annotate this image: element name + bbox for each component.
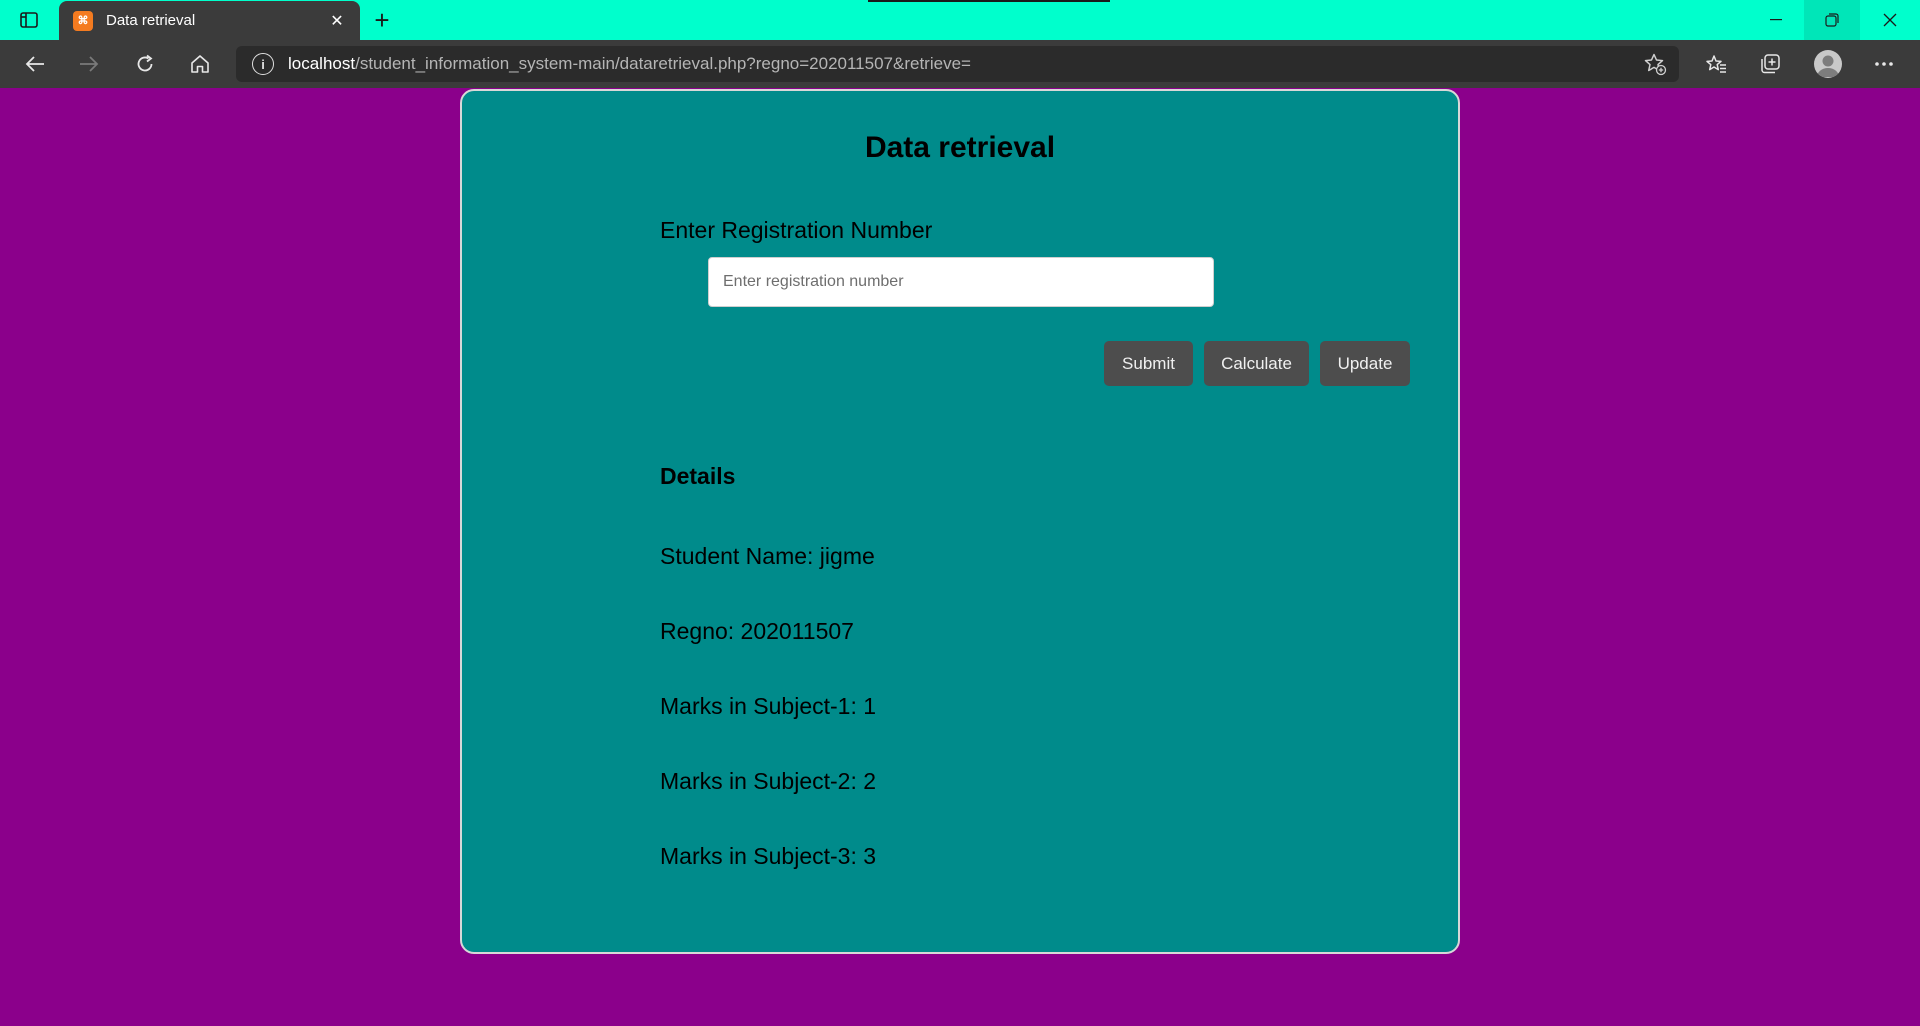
page-title: Data retrieval [864,131,1056,164]
profile-avatar[interactable] [1814,50,1842,78]
xampp-favicon-icon: ⌘ [73,10,93,31]
url-host: localhost [288,54,356,73]
favorites-icon[interactable] [1700,48,1732,80]
address-bar[interactable]: i localhost/student_information_system-m… [236,46,1679,82]
close-window-icon[interactable] [1862,0,1918,40]
browser-tab-bar: ⌘ Data retrieval ✕ + [0,0,1920,40]
minimize-icon[interactable] [1748,0,1804,40]
plus-icon[interactable]: + [368,6,396,34]
url-path: /student_information_system-main/dataret… [355,54,971,73]
registration-label: Enter Registration Number [660,217,933,243]
back-arrow-icon[interactable] [19,48,51,80]
subject-1-marks-text: Marks in Subject-1: 1 [660,693,877,719]
window-drag-handle[interactable] [868,0,1110,2]
info-icon[interactable]: i [252,53,274,75]
restore-icon[interactable] [1804,0,1860,40]
browser-tab-active[interactable]: ⌘ Data retrieval ✕ [59,1,360,40]
subject-3-marks-text: Marks in Subject-3: 3 [660,843,877,869]
tab-title: Data retrieval [106,12,196,29]
details-heading: Details [660,463,736,489]
student-name-text: Student Name: jigme [660,543,875,569]
tab-actions-icon[interactable] [16,8,42,32]
star-plus-icon[interactable] [1643,52,1667,76]
close-icon[interactable]: ✕ [326,11,348,31]
browser-toolbar: i localhost/student_information_system-m… [0,40,1920,88]
collections-icon[interactable] [1754,48,1786,80]
registration-number-input[interactable] [708,257,1214,307]
forward-arrow-icon[interactable] [73,48,105,80]
update-button[interactable]: Update [1320,341,1410,386]
home-icon[interactable] [184,48,216,80]
data-retrieval-card: Data retrieval Enter Registration Number… [460,89,1460,954]
submit-button[interactable]: Submit [1104,341,1193,386]
url-text[interactable]: localhost/student_information_system-mai… [288,54,971,74]
refresh-icon[interactable] [129,48,161,80]
more-icon[interactable] [1868,48,1900,80]
subject-2-marks-text: Marks in Subject-2: 2 [660,768,877,794]
calculate-button[interactable]: Calculate [1204,341,1309,386]
regno-text: Regno: 202011507 [660,618,854,644]
